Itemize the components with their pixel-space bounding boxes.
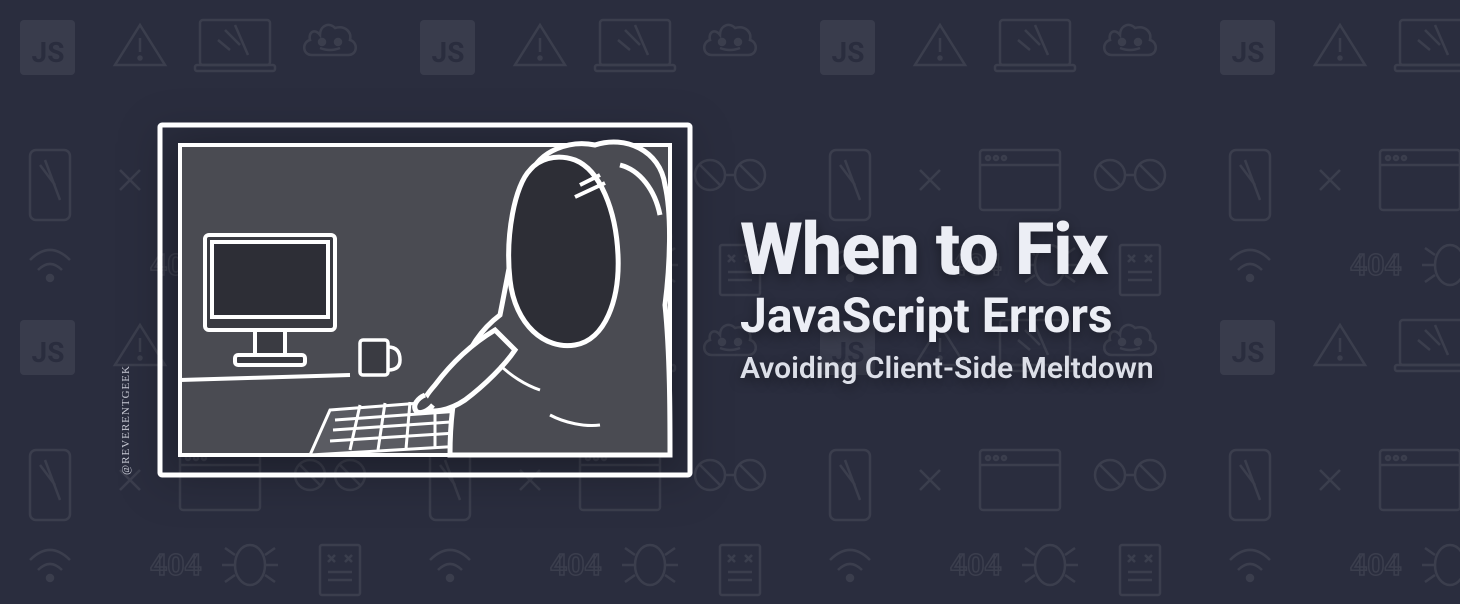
headline-subtitle-strong: JavaScript Errors — [740, 290, 1310, 343]
hero-illustration: @REVERENTGEEK — [150, 115, 700, 485]
headline-title: When to Fix — [740, 214, 1310, 286]
hero-content: @REVERENTGEEK — [0, 0, 1460, 600]
headline-subtitle-small: Avoiding Client-Side Meltdown — [740, 351, 1310, 386]
illustration-credit: @REVERENTGEEK — [120, 365, 132, 475]
headline-block: When to Fix JavaScript Errors Avoiding C… — [740, 214, 1310, 386]
